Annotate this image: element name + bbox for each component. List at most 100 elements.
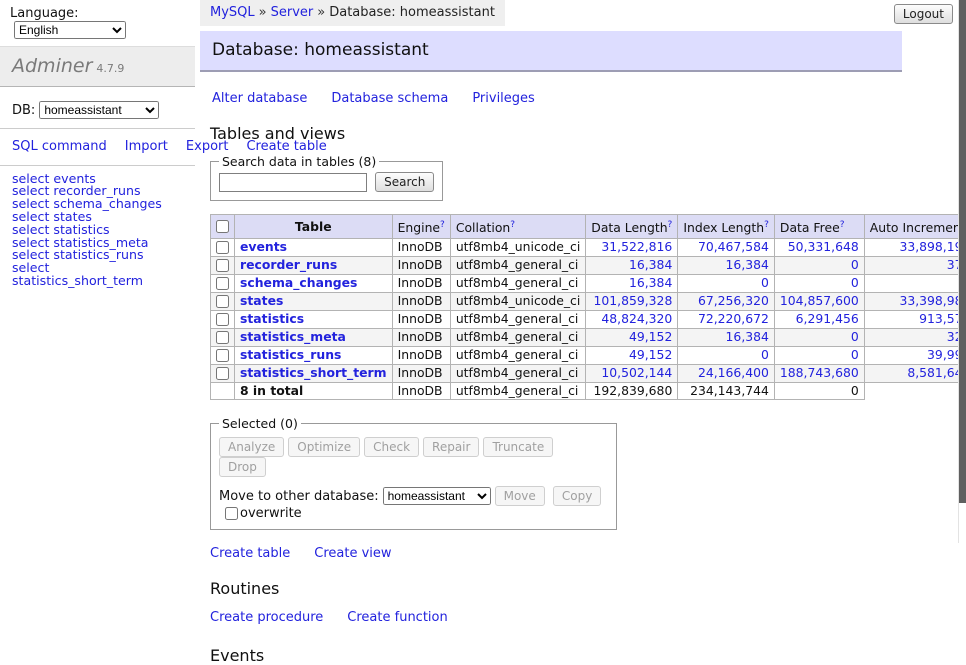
- engine-cell: InnoDB: [392, 346, 450, 364]
- row-checkbox[interactable]: [216, 241, 229, 254]
- logout-button[interactable]: Logout: [894, 4, 953, 24]
- index-length-cell[interactable]: 24,166,400: [678, 364, 775, 382]
- data-free-cell[interactable]: 6,291,456: [774, 310, 864, 328]
- column-help-icon[interactable]: ?: [764, 220, 769, 230]
- table-name-link[interactable]: statistics_meta: [240, 329, 346, 344]
- optimize-button[interactable]: Optimize: [288, 437, 360, 457]
- create-procedure-link[interactable]: Create procedure: [210, 610, 323, 625]
- routines-title: Routines: [210, 579, 902, 598]
- scrollbar-thumb[interactable]: [959, 0, 966, 503]
- auto-increment-cell[interactable]: 39,999: [864, 346, 966, 364]
- table-name-link[interactable]: statistics: [240, 311, 304, 326]
- row-checkbox[interactable]: [216, 259, 229, 272]
- sidebar-action-link[interactable]: Import: [125, 139, 168, 154]
- data-free-cell[interactable]: 50,331,648: [774, 238, 864, 256]
- column-help-icon[interactable]: ?: [510, 220, 515, 230]
- total-data-free-cell: 0: [774, 382, 864, 400]
- row-checkbox[interactable]: [216, 295, 229, 308]
- total-index-length-cell: 234,143,744: [678, 382, 775, 400]
- row-checkbox-cell: [211, 256, 235, 274]
- search-button[interactable]: Search: [375, 172, 434, 192]
- row-checkbox-cell: [211, 238, 235, 256]
- table-row: statistics_short_termInnoDButf8mb4_gener…: [211, 364, 966, 382]
- index-length-cell[interactable]: 0: [678, 274, 775, 292]
- create-view-link[interactable]: Create view: [314, 546, 391, 561]
- search-input[interactable]: [219, 173, 367, 192]
- auto-increment-cell[interactable]: 325: [864, 328, 966, 346]
- row-checkbox[interactable]: [216, 331, 229, 344]
- drop-button[interactable]: Drop: [219, 457, 266, 477]
- index-length-cell[interactable]: 72,220,672: [678, 310, 775, 328]
- index-length-cell[interactable]: 16,384: [678, 328, 775, 346]
- overwrite-checkbox[interactable]: [225, 507, 238, 520]
- data-free-cell[interactable]: 0: [774, 346, 864, 364]
- index-length-cell[interactable]: 70,467,584: [678, 238, 775, 256]
- database-action-link[interactable]: Alter database: [212, 91, 307, 106]
- table-name-link[interactable]: recorder_runs: [240, 257, 337, 272]
- auto-increment-cell[interactable]: 6: [864, 274, 966, 292]
- data-free-cell[interactable]: 0: [774, 328, 864, 346]
- database-action-link[interactable]: Database schema: [331, 91, 448, 106]
- table-name-link[interactable]: states: [240, 293, 283, 308]
- column-help-icon[interactable]: ?: [440, 220, 445, 230]
- analyze-button[interactable]: Analyze: [219, 437, 284, 457]
- row-checkbox[interactable]: [216, 367, 229, 380]
- data-free-cell[interactable]: 188,743,680: [774, 364, 864, 382]
- sidebar-select-table-link[interactable]: select statistics_short_term: [12, 262, 183, 288]
- column-help-icon[interactable]: ?: [840, 220, 845, 230]
- table-row: schema_changesInnoDButf8mb4_general_ci16…: [211, 274, 966, 292]
- auto-increment-cell[interactable]: 8,581,645: [864, 364, 966, 382]
- index-length-cell[interactable]: 67,256,320: [678, 292, 775, 310]
- db-select[interactable]: homeassistant: [39, 101, 159, 119]
- column-header-collation: Collation?: [450, 215, 585, 239]
- data-length-cell[interactable]: 101,859,328: [586, 292, 678, 310]
- db-selector-row: DB:homeassistant: [0, 87, 195, 119]
- language-select[interactable]: English: [14, 21, 126, 39]
- data-length-cell[interactable]: 49,152: [586, 346, 678, 364]
- data-free-cell[interactable]: 0: [774, 256, 864, 274]
- check-button[interactable]: Check: [364, 437, 419, 457]
- data-free-cell[interactable]: 104,857,600: [774, 292, 864, 310]
- move-db-select[interactable]: homeassistant: [383, 487, 491, 505]
- table-name-link[interactable]: statistics_runs: [240, 347, 341, 362]
- row-checkbox[interactable]: [216, 313, 229, 326]
- auto-increment-cell[interactable]: 913,577: [864, 310, 966, 328]
- create-table-link[interactable]: Create table: [210, 546, 290, 561]
- index-length-cell[interactable]: 0: [678, 346, 775, 364]
- data-length-cell[interactable]: 48,824,320: [586, 310, 678, 328]
- vertical-scrollbar[interactable]: [958, 0, 966, 543]
- data-length-cell[interactable]: 16,384: [586, 256, 678, 274]
- data-length-cell[interactable]: 10,502,144: [586, 364, 678, 382]
- auto-increment-cell[interactable]: 33,898,196: [864, 238, 966, 256]
- create-function-link[interactable]: Create function: [347, 610, 447, 625]
- data-length-cell[interactable]: 16,384: [586, 274, 678, 292]
- total-collation-cell: utf8mb4_general_ci: [450, 382, 585, 400]
- database-action-link[interactable]: Privileges: [472, 91, 535, 106]
- breadcrumb-link[interactable]: MySQL: [210, 5, 255, 20]
- collation-cell: utf8mb4_general_ci: [450, 256, 585, 274]
- row-checkbox[interactable]: [216, 277, 229, 290]
- data-free-cell[interactable]: 0: [774, 274, 864, 292]
- index-length-cell[interactable]: 16,384: [678, 256, 775, 274]
- row-checkbox[interactable]: [216, 349, 229, 362]
- create-links: Create table Create view: [210, 546, 902, 561]
- copy-button[interactable]: Copy: [553, 486, 601, 506]
- table-name-link[interactable]: events: [240, 239, 287, 254]
- data-length-cell[interactable]: 49,152: [586, 328, 678, 346]
- auto-increment-cell[interactable]: 33,398,984: [864, 292, 966, 310]
- tables-table: TableEngine?Collation?Data Length?Index …: [210, 214, 966, 400]
- breadcrumb-separator: »: [259, 5, 267, 20]
- breadcrumb-link[interactable]: Server: [271, 5, 314, 20]
- row-checkbox-cell: [211, 364, 235, 382]
- table-name-link[interactable]: schema_changes: [240, 275, 357, 290]
- select-all-checkbox[interactable]: [216, 220, 229, 233]
- repair-button[interactable]: Repair: [423, 437, 479, 457]
- sidebar-action-link[interactable]: SQL command: [12, 139, 107, 154]
- events-title: Events: [210, 646, 902, 665]
- auto-increment-cell[interactable]: 378: [864, 256, 966, 274]
- move-button[interactable]: Move: [495, 486, 545, 506]
- truncate-button[interactable]: Truncate: [483, 437, 553, 457]
- table-name-link[interactable]: statistics_short_term: [240, 365, 387, 380]
- column-help-icon[interactable]: ?: [668, 220, 673, 230]
- data-length-cell[interactable]: 31,522,816: [586, 238, 678, 256]
